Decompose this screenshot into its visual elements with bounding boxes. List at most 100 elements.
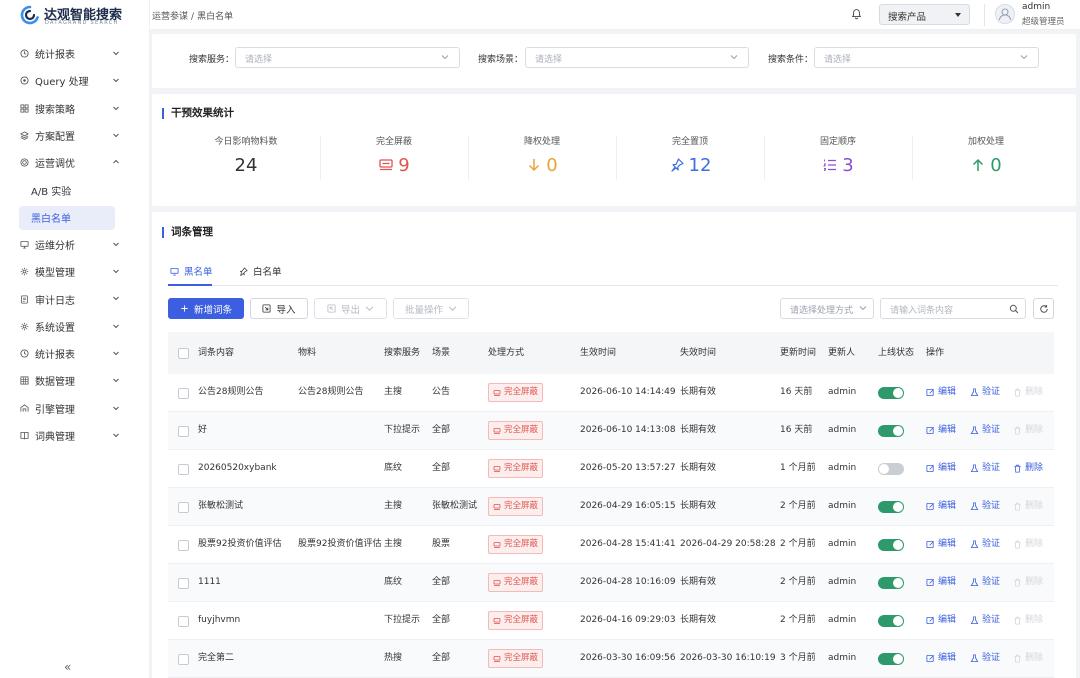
sidebar-item[interactable]: 方案配置 [0,122,150,149]
verify-button[interactable]: 验证 [970,462,1000,475]
method-filter-select[interactable]: 请选择处理方式 [780,298,874,319]
select-all-checkbox[interactable] [178,348,189,359]
product-select[interactable]: 搜索产品 [879,4,970,25]
action-label: 验证 [982,539,1001,549]
edit-button[interactable]: 编辑 [926,386,956,399]
avatar[interactable] [995,4,1015,24]
bell-icon[interactable] [851,8,862,20]
online-cell [878,640,922,677]
sidebar-subitem[interactable]: 黑白名单 [19,205,115,230]
online-toggle[interactable] [878,386,904,399]
sidebar-item[interactable]: 系统设置 [0,313,150,340]
row-checkbox[interactable] [178,653,189,665]
brand-logo[interactable]: 达观智能搜索 DATAGRAND SEARCH [20,4,145,30]
actions-cell: 编辑 验证 删除 [926,488,1054,525]
verify-button[interactable]: 验证 [970,614,1000,627]
edit-button[interactable]: 编辑 [926,462,956,475]
online-toggle[interactable] [878,614,904,627]
sidebar-subitem[interactable]: A/B 实验 [0,176,150,203]
row-checkbox[interactable] [178,501,189,513]
delete-button[interactable]: 删除 [1013,576,1043,589]
sidebar-item[interactable]: 词典管理 [0,422,150,449]
edit-button[interactable]: 编辑 [926,614,956,627]
delete-button[interactable]: 删除 [1013,614,1043,627]
sidebar-item[interactable]: 运维分析 [0,231,150,258]
chevron-down-icon [112,376,120,384]
sidebar-item[interactable]: 引擎管理 [0,395,150,422]
online-cell [878,412,922,449]
batch-action-button[interactable]: 批量操作 [393,298,469,319]
actions-cell: 编辑 验证 删除 [926,640,1054,677]
row-checkbox[interactable] [178,539,189,551]
search-icon[interactable] [1009,304,1019,314]
block-icon [493,427,501,435]
filter-service-select[interactable]: 请选择 [235,47,460,68]
online-toggle[interactable] [878,538,904,551]
table-body: 公告28规则公告 公告28规则公告 主搜 公告 完全屏蔽 2026-06-10 14:14… [168,374,1054,678]
table-row: 1111 底纹 全部 完全屏蔽 2026-04-28 10:16:09 长期有效 2 个月前… [168,564,1054,602]
delete-button[interactable]: 删除 [1013,386,1043,399]
user-name[interactable]: admin [1022,2,1050,12]
stat-label: 降权处理 [523,137,560,147]
edit-button[interactable]: 编辑 [926,500,956,513]
breadcrumb-item[interactable]: 运营参谋 [152,12,188,22]
row-checkbox[interactable] [178,577,189,589]
tab-active-indicator [168,284,212,286]
filter-condition-select[interactable]: 请选择 [814,47,1039,68]
edit-button[interactable]: 编辑 [926,424,956,437]
tab-blacklist[interactable]: 黑名单 [170,264,213,278]
online-toggle[interactable] [878,576,904,589]
sidebar-item[interactable]: 统计报表 [0,340,150,367]
tab-whitelist[interactable]: 白名单 [239,264,282,278]
delete-button[interactable]: 删除 [1013,462,1043,475]
edit-button[interactable]: 编辑 [926,576,956,589]
verify-button[interactable]: 验证 [970,500,1000,513]
edit-button[interactable]: 编辑 [926,538,956,551]
sidebar-item[interactable]: 运营调优 [0,149,150,176]
verify-button[interactable]: 验证 [970,424,1000,437]
verify-button[interactable]: 验证 [970,576,1000,589]
column-header: 更新时间 [780,347,817,358]
sidebar-item[interactable]: 审计日志 [0,285,150,312]
sidebar-item-label: 统计报表 [35,350,75,362]
row-checkbox[interactable] [178,615,189,627]
action-label: 删除 [1025,425,1044,435]
add-word-button[interactable]: 新增词条 [168,298,244,319]
verify-button[interactable]: 验证 [970,386,1000,399]
material [298,450,383,487]
sidebar-item[interactable]: 模型管理 [0,258,150,285]
delete-button[interactable]: 删除 [1013,538,1043,551]
method-tag: 完全屏蔽 [488,535,544,554]
online-toggle[interactable] [878,462,904,475]
button-label: 批量操作 [404,304,443,316]
material [298,412,383,449]
row-checkbox[interactable] [178,387,189,399]
row-checkbox[interactable] [178,425,189,437]
stat-label: 加权处理 [967,137,1004,147]
delete-button[interactable]: 删除 [1013,652,1043,665]
verify-button[interactable]: 验证 [970,652,1000,665]
collapse-sidebar-button[interactable]: « [64,660,71,674]
edit-button[interactable]: 编辑 [926,652,956,665]
sidebar-item[interactable]: 统计报表 [0,40,150,67]
online-toggle[interactable] [878,424,904,437]
refresh-button[interactable] [1033,298,1054,319]
verify-button[interactable]: 验证 [970,538,1000,551]
import-button[interactable]: 导入 [250,298,308,319]
row-checkbox[interactable] [178,463,189,475]
filter-scene-select[interactable]: 请选择 [525,47,749,68]
sidebar-item[interactable]: 数据管理 [0,367,150,394]
updated-time: 2 个月前 [780,615,816,625]
word-search-input[interactable]: 请输入词条内容 [880,298,1026,319]
online-toggle[interactable] [878,652,904,665]
delete-button[interactable]: 删除 [1013,500,1043,513]
online-toggle[interactable] [878,500,904,513]
export-button[interactable]: 导出 [314,298,387,319]
sidebar-item[interactable]: Query 处理 [0,67,150,94]
target-icon [19,157,30,168]
start-time: 2026-03-30 16:09:56 [580,653,676,663]
actions-cell: 编辑 验证 删除 [926,450,1054,487]
action-label: 编辑 [938,539,957,549]
sidebar-item[interactable]: 搜索策略 [0,95,150,122]
delete-button[interactable]: 删除 [1013,424,1043,437]
